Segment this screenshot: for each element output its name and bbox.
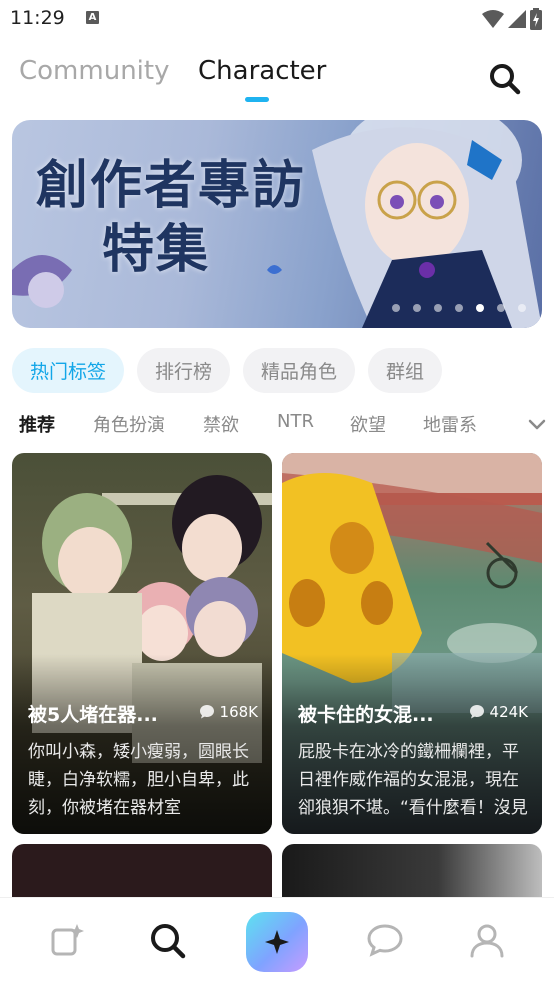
chip-hot-tags[interactable]: 热门标签 bbox=[12, 348, 125, 393]
character-card[interactable]: 被5人堵在器... 168K 你叫小森，矮小瘦弱，圆眼长睫，白净软糯，胆小自卑，… bbox=[12, 453, 272, 834]
status-bar: 11:29 A bbox=[0, 0, 554, 38]
subtab-recommended[interactable]: 推荐 bbox=[19, 411, 55, 437]
carousel-dot[interactable] bbox=[476, 304, 484, 312]
comment-bubble-icon bbox=[199, 705, 214, 719]
carousel-dot[interactable] bbox=[434, 304, 442, 312]
comment-count-value: 424K bbox=[489, 703, 528, 721]
subtab-roleplay[interactable]: 角色扮演 bbox=[93, 411, 165, 437]
subtab-ntr[interactable]: NTR bbox=[277, 411, 314, 432]
top-tab-bar: Community Character bbox=[0, 52, 554, 104]
active-tab-indicator bbox=[245, 97, 269, 102]
chip-ranking[interactable]: 排行榜 bbox=[137, 348, 231, 393]
character-card[interactable] bbox=[12, 844, 272, 904]
card-title: 被卡住的女混... bbox=[298, 704, 434, 726]
card-description: 屁股卡在冰冷的鐵柵欄裡，平日裡作威作福的女混混，現在卻狼狽不堪。“看什麼看！沒見… bbox=[298, 742, 528, 818]
featured-banner[interactable]: 創作者專訪 特集 bbox=[12, 120, 542, 328]
character-card[interactable] bbox=[282, 844, 542, 904]
chevron-down-icon[interactable] bbox=[527, 414, 547, 434]
create-character-button[interactable] bbox=[246, 912, 308, 972]
carousel-indicator bbox=[392, 304, 526, 312]
subtab-jirai[interactable]: 地雷系 bbox=[423, 411, 477, 437]
tab-community[interactable]: Community bbox=[19, 56, 169, 86]
tab-character[interactable]: Character bbox=[198, 56, 326, 86]
carousel-dot[interactable] bbox=[518, 304, 526, 312]
comment-count: 168K bbox=[199, 703, 258, 721]
signal-icon bbox=[508, 10, 526, 28]
carousel-dot[interactable] bbox=[392, 304, 400, 312]
profile-icon[interactable] bbox=[467, 920, 507, 960]
chat-bubble-icon[interactable] bbox=[365, 920, 405, 960]
sparkle-icon bbox=[265, 930, 289, 954]
card-description: 你叫小森，矮小瘦弱，圆眼长睫，白净软糯，胆小自卑，此刻，你被堵在器材室 bbox=[28, 742, 249, 818]
wifi-icon bbox=[482, 10, 504, 28]
battery-icon bbox=[530, 8, 542, 30]
subtab-abstinence[interactable]: 禁欲 bbox=[203, 411, 239, 437]
chip-groups[interactable]: 群组 bbox=[368, 348, 443, 393]
character-card[interactable]: 被卡住的女混... 424K 屁股卡在冰冷的鐵柵欄裡，平日裡作威作福的女混混，現… bbox=[282, 453, 542, 834]
subtab-desire[interactable]: 欲望 bbox=[350, 411, 386, 437]
banner-title-line1: 創作者專訪 bbox=[36, 155, 307, 216]
discover-search-icon[interactable] bbox=[147, 920, 187, 960]
create-sparkle-icon[interactable] bbox=[47, 920, 87, 960]
carousel-dot[interactable] bbox=[455, 304, 463, 312]
comment-bubble-icon bbox=[469, 705, 484, 719]
comment-count-value: 168K bbox=[219, 703, 258, 721]
carousel-dot[interactable] bbox=[413, 304, 421, 312]
tag-subtabs: 推荐 角色扮演 禁欲 NTR 欲望 地雷系 bbox=[19, 408, 549, 438]
bottom-navigation bbox=[0, 897, 554, 985]
chip-featured-characters[interactable]: 精品角色 bbox=[243, 348, 356, 393]
carousel-dot[interactable] bbox=[497, 304, 505, 312]
comment-count: 424K bbox=[469, 703, 528, 721]
status-time: 11:29 bbox=[10, 7, 65, 29]
card-title: 被5人堵在器... bbox=[28, 704, 158, 726]
category-chips: 热门标签 排行榜 精品角色 群组 bbox=[12, 348, 443, 393]
status-icons bbox=[482, 8, 542, 30]
notification-icon: A bbox=[86, 11, 99, 24]
search-icon[interactable] bbox=[487, 61, 523, 97]
banner-title-line2: 特集 bbox=[102, 219, 211, 280]
banner-title: 創作者專訪 特集 bbox=[36, 154, 306, 282]
